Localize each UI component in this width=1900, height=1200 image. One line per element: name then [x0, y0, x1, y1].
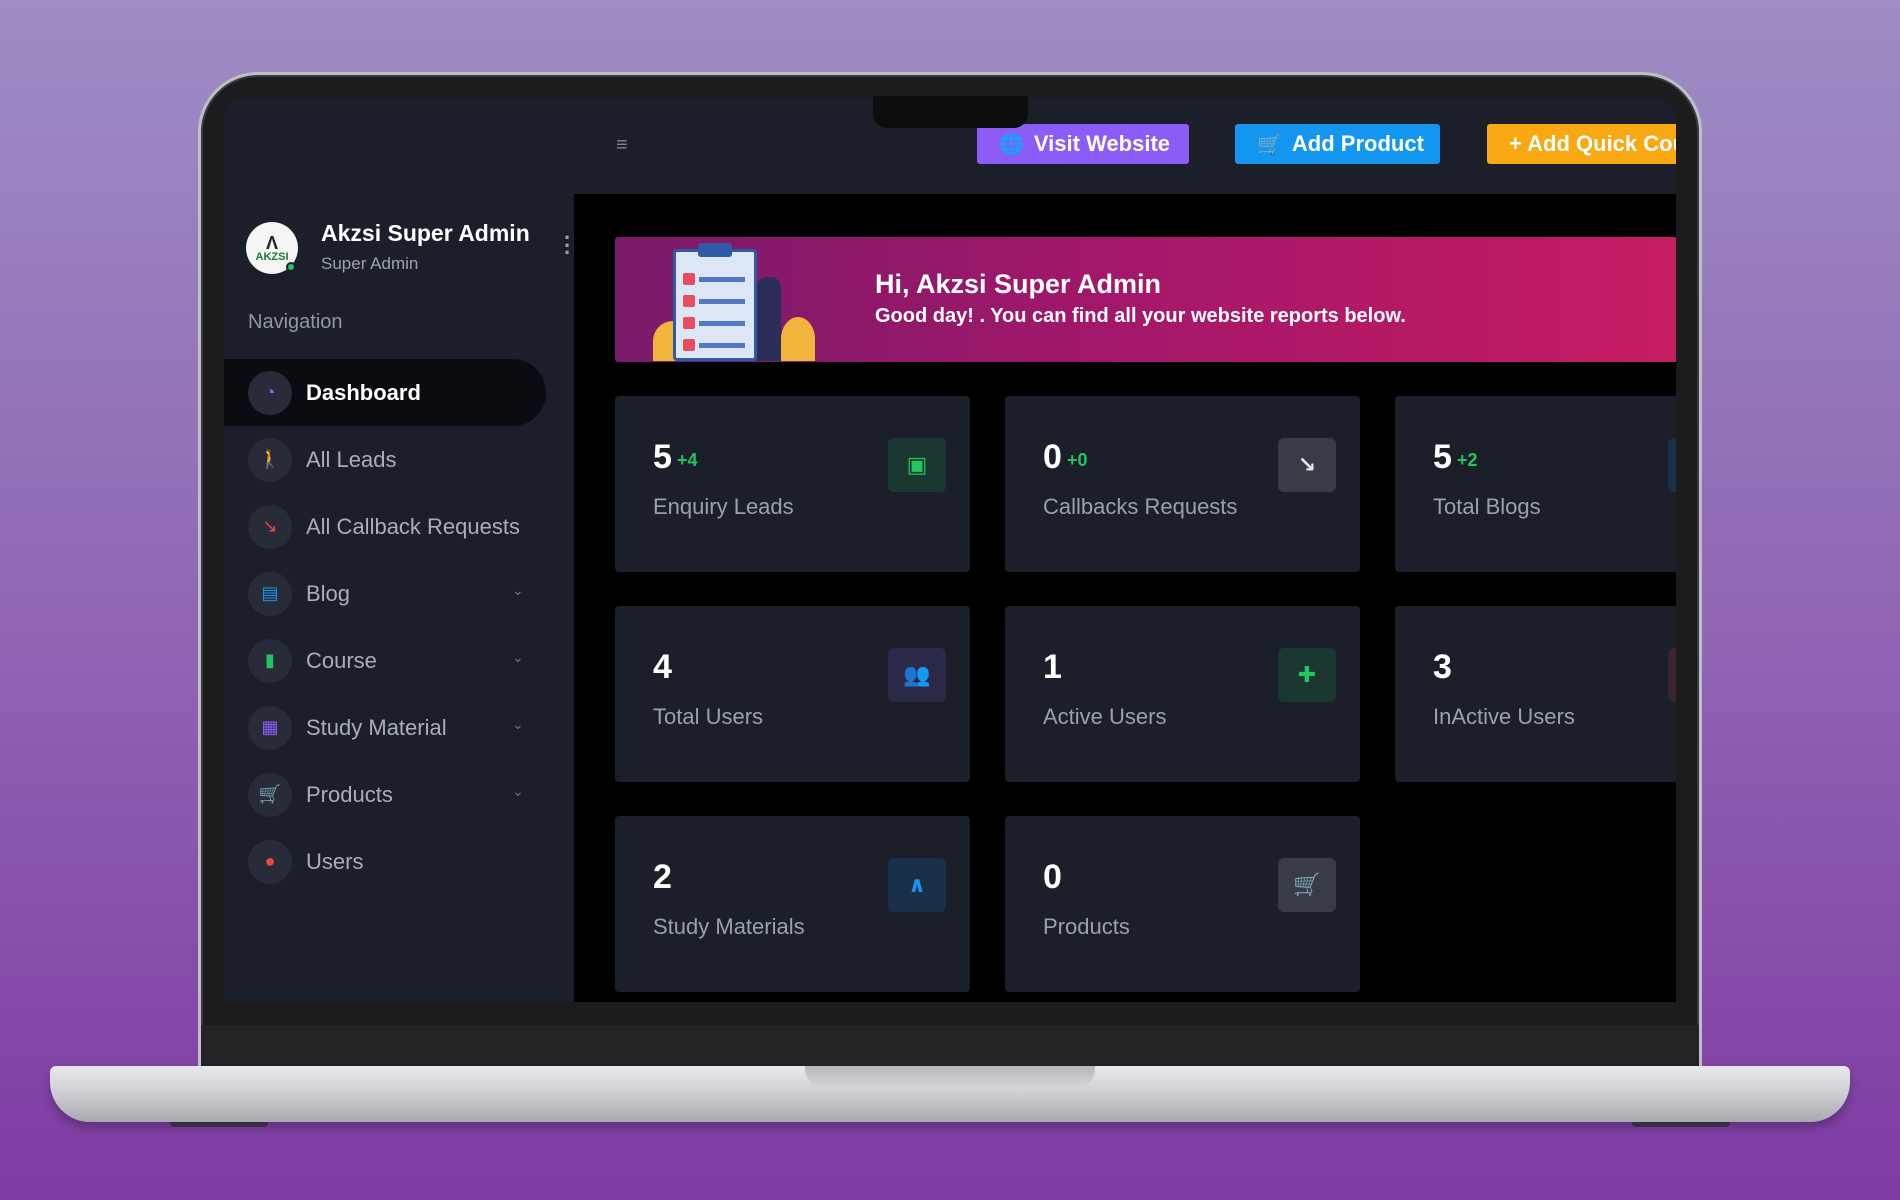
stat-value: 0 [1043, 438, 1062, 476]
sidebar-item-label: All Callback Requests [306, 513, 520, 539]
cart-icon: 🛒 [1278, 858, 1336, 912]
users-icon: 👥 [888, 648, 946, 702]
screen: ≡ 🌐 Visit Website 🛒 Add Product + Add Qu… [224, 98, 1676, 1002]
notes-icon: ▦ [248, 705, 292, 750]
profile-name: Akzsi Super Admin [321, 220, 530, 246]
laptop-foot-right [1632, 1122, 1730, 1127]
add-quick-course-button[interactable]: + Add Quick Cou [1487, 124, 1676, 164]
sidebar-item-course[interactable]: ▮ Course ⌄ [224, 627, 574, 694]
stat-label: Total Blogs [1433, 494, 1541, 519]
globe-icon: 🌐 [999, 133, 1024, 156]
stat-value: 3 [1433, 648, 1452, 686]
sidebar-item-label: Users [306, 848, 364, 874]
stat-card-callbacks-requests[interactable]: 0 +0 Callbacks Requests ↘ [1005, 396, 1360, 572]
add-quick-course-label: + Add Quick Cou [1509, 131, 1676, 156]
profile-role: Super Admin [321, 254, 419, 273]
more-options-icon[interactable]: · · · [564, 226, 571, 263]
visit-website-button[interactable]: 🌐 Visit Website [977, 124, 1189, 164]
laptop-groove [805, 1066, 1095, 1090]
clipboard-illustration [653, 243, 815, 361]
online-status-icon [286, 262, 296, 272]
sidebar-item-label: Blog [306, 580, 351, 606]
user-plus-icon: ✚ [1278, 648, 1336, 702]
chevron-down-icon: ⌄ [512, 716, 524, 732]
sidebar-item-study-material[interactable]: ▦ Study Material ⌄ [224, 694, 574, 761]
stat-value: 4 [653, 648, 672, 686]
avatar-text: AKZSI [255, 250, 289, 263]
stat-card-total-blogs[interactable]: 5+2 Total Blogs ▥ [1395, 396, 1676, 572]
stat-value: 1 [1043, 648, 1062, 686]
stat-value: 0 [1043, 858, 1062, 896]
stat-label: Enquiry Leads [653, 494, 794, 519]
stat-card-enquiry-leads[interactable]: 5 +4 Enquiry Leads ▣ [615, 396, 970, 572]
sidebar-item-label: All Leads [306, 446, 397, 472]
sidebar-item-all-callback-requests[interactable]: ↘ All Callback Requests [224, 493, 574, 560]
add-product-button[interactable]: 🛒 Add Product [1235, 124, 1440, 164]
sidebar-item-label: Dashboard [306, 379, 421, 405]
chevron-down-icon: ⌄ [512, 783, 524, 799]
logo-mark-icon: Λ [265, 232, 278, 253]
stat-label: Active Users [1043, 704, 1167, 729]
stat-card-total-users[interactable]: 4 Total Users 👥 [615, 606, 970, 782]
sidebar-item-label: Products [306, 781, 393, 807]
gauge-icon: ◔ [248, 370, 292, 415]
stat-delta: +4 [677, 450, 698, 470]
id-card-icon: ▣ [888, 438, 946, 492]
trend-icon: ↘ [248, 504, 292, 549]
stat-card-active-users[interactable]: 1 Active Users ✚ [1005, 606, 1360, 782]
stat-value: 5 [1433, 438, 1452, 476]
camera-notch [873, 96, 1028, 128]
stat-value: 5 [653, 438, 672, 476]
compass-icon: ∧ [888, 858, 946, 912]
stat-delta: +0 [1067, 450, 1088, 470]
welcome-banner: Hi, Akzsi Super Admin Good day! . You ca… [615, 237, 1676, 362]
hamburger-icon[interactable]: ≡ [616, 134, 628, 157]
blog-icon: ▥ [1668, 438, 1676, 492]
sidebar-item-all-leads[interactable]: 🚶 All Leads [224, 426, 574, 493]
user-minus-icon: − [1668, 648, 1676, 702]
trend-icon: ↘ [1278, 438, 1336, 492]
stat-label: Total Users [653, 704, 764, 729]
layout-icon: ▤ [248, 571, 292, 616]
stat-value: 2 [653, 858, 672, 896]
stat-label: Callbacks Requests [1043, 494, 1238, 519]
add-product-label: Add Product [1291, 131, 1424, 156]
stat-card-inactive-users[interactable]: 3 InActive Users − [1395, 606, 1676, 782]
stat-label: Study Materials [653, 914, 805, 939]
chevron-down-icon: ⌄ [512, 649, 524, 665]
person-icon: 🚶 [248, 437, 292, 482]
laptop-chin [201, 1025, 1699, 1067]
user-icon: ● [248, 839, 292, 884]
stat-label: Products [1043, 914, 1130, 939]
navigation-heading: Navigation [248, 311, 343, 333]
sidebar-item-label: Study Material [306, 714, 447, 740]
book-icon: ▮ [248, 638, 292, 683]
cart-icon: 🛒 [1257, 133, 1282, 156]
sidebar-nav: ◔ Dashboard 🚶 All Leads ↘ All Callback Reques… [224, 359, 574, 895]
sidebar: Λ AKZSI Akzsi Super Admin Super Admin · ·… [224, 194, 574, 1002]
visit-website-label: Visit Website [1033, 131, 1171, 156]
profile: Λ AKZSI Akzsi Super Admin Super Admin · ·… [246, 208, 571, 274]
banner-title: Hi, Akzsi Super Admin [875, 269, 1162, 299]
banner-subtitle: Good day! . You can find all your websit… [875, 305, 1406, 327]
stat-label: InActive Users [1433, 704, 1575, 729]
sidebar-item-label: Course [306, 647, 377, 673]
chevron-down-icon: ⌄ [512, 582, 524, 598]
stat-card-study-materials[interactable]: 2 Study Materials ∧ [615, 816, 970, 992]
stat-delta: +2 [1457, 450, 1478, 470]
stat-card-products[interactable]: 0 Products 🛒 [1005, 816, 1360, 992]
cart-icon: 🛒 [248, 772, 292, 817]
avatar[interactable]: Λ AKZSI [246, 222, 298, 274]
sidebar-item-blog[interactable]: ▤ Blog ⌄ [224, 560, 574, 627]
sidebar-item-products[interactable]: 🛒 Products ⌄ [224, 761, 574, 828]
main-content: Hi, Akzsi Super Admin Good day! . You ca… [574, 194, 1676, 1002]
laptop-foot-left [170, 1122, 268, 1127]
sidebar-item-dashboard[interactable]: ◔ Dashboard [224, 359, 546, 426]
sidebar-item-users[interactable]: ● Users [224, 828, 574, 895]
